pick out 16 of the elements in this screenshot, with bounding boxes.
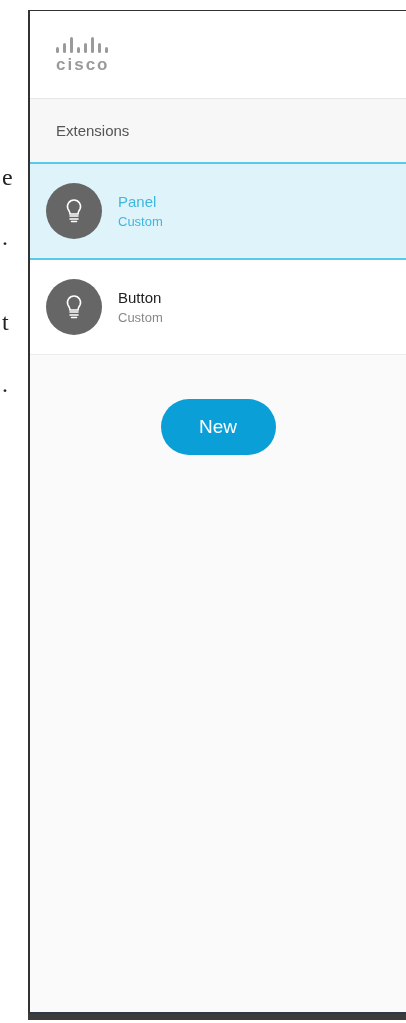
lightbulb-icon bbox=[46, 279, 102, 335]
logo-bars-icon bbox=[56, 36, 108, 53]
text-fragment: . bbox=[2, 372, 8, 396]
item-type: Custom bbox=[118, 214, 163, 229]
text-fragment: t bbox=[2, 310, 9, 334]
section-title: Extensions bbox=[56, 122, 130, 139]
extension-item[interactable]: Button Custom bbox=[30, 260, 406, 355]
new-button[interactable]: New bbox=[160, 399, 276, 455]
logo-text: cisco bbox=[56, 55, 110, 73]
item-name: Button bbox=[118, 289, 163, 306]
text-fragment: e bbox=[2, 165, 13, 189]
lightbulb-icon bbox=[46, 183, 102, 239]
extension-item[interactable]: Panel Custom bbox=[30, 162, 406, 260]
text-fragment: . bbox=[2, 225, 8, 249]
item-name: Panel bbox=[118, 193, 158, 210]
item-type: Custom bbox=[118, 310, 163, 325]
